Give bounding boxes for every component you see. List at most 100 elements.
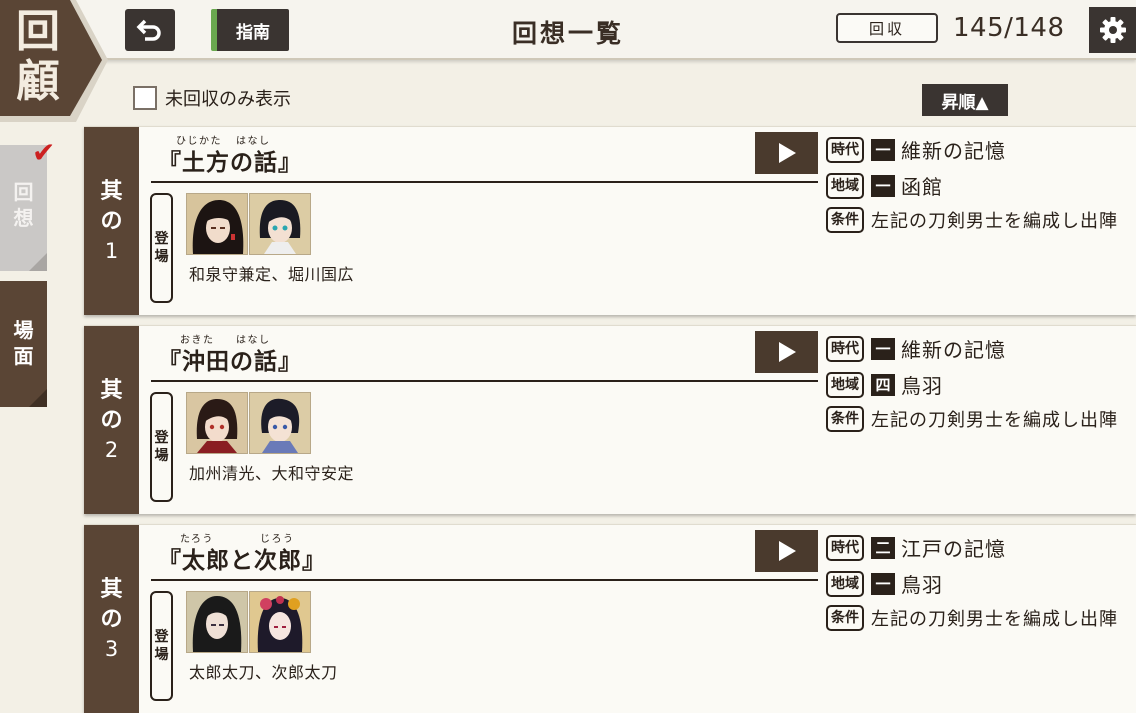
portrait-image	[250, 194, 310, 254]
era-number: 一	[871, 337, 895, 360]
play-button[interactable]	[755, 132, 818, 174]
entry-number-value: 2	[104, 438, 119, 462]
character-names: 太郎太刀、次郎太刀	[189, 663, 338, 682]
settings-button[interactable]	[1089, 7, 1136, 53]
region-number: 四	[871, 373, 895, 396]
character-portrait	[249, 193, 311, 255]
tab-scene[interactable]: 場 面	[0, 281, 47, 407]
play-icon	[778, 342, 796, 362]
condition-value: 左記の刀剣男士を編成し出陣	[871, 211, 1118, 232]
condition-label: 条件	[826, 605, 864, 631]
era-row: 時代 一 維新の記憶	[826, 334, 1006, 363]
region-row: 地域 一 鳥羽	[826, 569, 943, 598]
title-badge-char-2: 顧	[16, 56, 60, 107]
entry-number-char: の	[100, 407, 123, 433]
entry-number: 其 の 2	[84, 326, 139, 514]
entry-number-char: の	[100, 208, 123, 234]
era-number: 二	[871, 536, 895, 559]
tab-fold	[29, 253, 47, 271]
entry-number: 其 の 1	[84, 127, 139, 315]
tab-scene-char-2: 面	[13, 344, 34, 368]
era-label: 時代	[826, 534, 864, 561]
era-label: 時代	[826, 136, 864, 163]
region-label: 地域	[826, 371, 864, 398]
entry-title: 『沖田の話』	[158, 348, 302, 375]
character-names: 加州清光、大和守安定	[189, 464, 355, 483]
region-value: 鳥羽	[901, 573, 943, 597]
appearance-tag: 登 場	[150, 193, 173, 303]
sort-order-button[interactable]: 昇順▲	[922, 84, 1008, 116]
region-value: 鳥羽	[901, 374, 943, 398]
title-divider	[151, 380, 818, 382]
era-value: 維新の記憶	[901, 338, 1006, 362]
play-button[interactable]	[755, 331, 818, 373]
condition-row: 条件 左記の刀剣男士を編成し出陣	[826, 605, 1118, 631]
entry-title: 『太郎と次郎』	[158, 547, 326, 574]
character-portrait	[249, 392, 311, 454]
character-names: 和泉守兼定、堀川国広	[189, 265, 355, 284]
character-portrait	[249, 591, 311, 653]
recollection-entry[interactable]: 其 の 2 おきた はなし 『沖田の話』 登 場 加州清光、大和守安定 時代 一…	[84, 325, 1136, 514]
region-label: 地域	[826, 172, 864, 199]
collect-button[interactable]: 回収	[836, 13, 938, 43]
entry-number-value: 1	[104, 239, 119, 263]
tab-fold	[29, 389, 47, 407]
era-number: 一	[871, 138, 895, 161]
guide-button[interactable]: 指南	[211, 9, 289, 51]
unrecovered-checkbox[interactable]	[133, 86, 157, 110]
era-row: 時代 二 江戸の記憶	[826, 533, 1006, 562]
appearance-tag-char: 登	[154, 430, 169, 446]
appearance-tag-char: 場	[154, 448, 169, 464]
entry-number-char: の	[100, 606, 123, 632]
appearance-tag-char: 登	[154, 231, 169, 247]
play-icon	[778, 541, 796, 561]
region-row: 地域 四 鳥羽	[826, 370, 943, 399]
top-bar: 指南 回想一覧 回収 145/148	[0, 0, 1136, 60]
character-portrait	[186, 591, 248, 653]
title-badge: 回 顧	[0, 0, 110, 122]
portrait-image	[187, 393, 247, 453]
entry-number-char: 其	[100, 377, 123, 403]
character-portrait	[186, 193, 248, 255]
unrecovered-filter-label: 未回収のみ表示	[165, 89, 291, 110]
tab-recollection-char-2: 想	[13, 206, 34, 230]
checkmark-icon: ✔	[32, 136, 56, 169]
portrait-image	[250, 592, 310, 652]
appearance-tag-char: 場	[154, 647, 169, 663]
entry-number-char: 其	[100, 178, 123, 204]
condition-value: 左記の刀剣男士を編成し出陣	[871, 609, 1118, 630]
appearance-tag: 登 場	[150, 591, 173, 701]
title-divider	[151, 579, 818, 581]
recollection-entry[interactable]: 其 の 3 たろう じろう 『太郎と次郎』 登 場 太郎太刀、次郎太刀 時代 二…	[84, 524, 1136, 713]
condition-row: 条件 左記の刀剣男士を編成し出陣	[826, 207, 1118, 233]
character-portrait	[186, 392, 248, 454]
play-icon	[778, 143, 796, 163]
entry-title: 『土方の話』	[158, 149, 302, 176]
collection-count: 145/148	[953, 13, 1065, 43]
region-number: 一	[871, 174, 895, 197]
recollection-entry[interactable]: 其 の 1 ひじかた はなし 『土方の話』 登 場 和泉守兼定、堀川国広 時代 …	[84, 126, 1136, 315]
portrait-image	[187, 194, 247, 254]
unrecovered-filter[interactable]: 未回収のみ表示	[133, 85, 291, 111]
appearance-tag-char: 場	[154, 249, 169, 265]
tab-recollection-char-1: 回	[13, 180, 34, 204]
era-value: 江戸の記憶	[901, 537, 1006, 561]
tab-scene-char-1: 場	[13, 318, 34, 342]
portrait-image	[250, 393, 310, 453]
condition-label: 条件	[826, 406, 864, 432]
gear-icon	[1099, 17, 1126, 43]
appearance-tag-char: 登	[154, 629, 169, 645]
back-button[interactable]	[125, 9, 175, 51]
title-divider	[151, 181, 818, 183]
entry-number: 其 の 3	[84, 525, 139, 713]
condition-row: 条件 左記の刀剣男士を編成し出陣	[826, 406, 1118, 432]
era-value: 維新の記憶	[901, 139, 1006, 163]
entry-number-char: 其	[100, 576, 123, 602]
play-button[interactable]	[755, 530, 818, 572]
region-row: 地域 一 函館	[826, 171, 943, 200]
condition-value: 左記の刀剣男士を編成し出陣	[871, 410, 1118, 431]
appearance-tag: 登 場	[150, 392, 173, 502]
back-arrow-icon	[136, 19, 161, 41]
region-label: 地域	[826, 570, 864, 597]
condition-label: 条件	[826, 207, 864, 233]
